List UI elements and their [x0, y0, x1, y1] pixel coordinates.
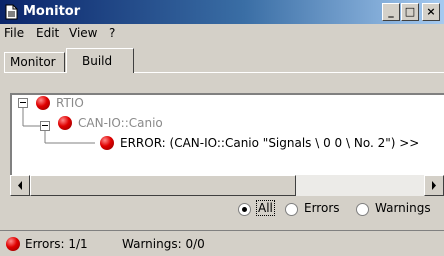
- tab-build-label: Build: [82, 54, 113, 68]
- filter-errors-label[interactable]: Errors: [304, 201, 340, 215]
- menu-edit[interactable]: Edit: [36, 26, 59, 40]
- title-bar[interactable]: Monitor _ □ ×: [0, 0, 444, 24]
- tab-monitor[interactable]: Monitor: [4, 52, 65, 72]
- filter-warnings-radio[interactable]: [356, 203, 369, 216]
- scroll-left-button[interactable]: [10, 175, 30, 196]
- menu-file[interactable]: File: [4, 26, 24, 40]
- document-icon: [5, 4, 18, 20]
- status-errors: Errors: 1/1: [25, 237, 88, 251]
- error-icon: [100, 136, 114, 150]
- tree-node-child[interactable]: CAN-IO::Canio: [78, 116, 163, 130]
- filter-warnings-label[interactable]: Warnings: [375, 201, 431, 215]
- filter-all-radio[interactable]: [238, 203, 251, 216]
- monitor-window: Monitor _ □ × File Edit View ? Monitor B…: [0, 0, 444, 256]
- maximize-button[interactable]: □: [401, 3, 419, 21]
- status-warnings: Warnings: 0/0: [122, 237, 205, 251]
- menu-help[interactable]: ?: [109, 26, 115, 40]
- tab-monitor-label: Monitor: [10, 55, 56, 69]
- tab-strip: Monitor Build: [0, 46, 444, 73]
- status-bar: Errors: 1/1 Warnings: 0/0: [0, 230, 444, 256]
- arrow-right-icon: [432, 181, 436, 190]
- menu-bar: File Edit View ?: [0, 24, 444, 44]
- tab-build[interactable]: Build: [66, 48, 134, 73]
- error-icon: [58, 116, 72, 130]
- arrow-left-icon: [18, 181, 22, 190]
- error-status-icon: [6, 237, 20, 251]
- scrollbar-thumb[interactable]: [30, 175, 296, 196]
- error-icon: [36, 96, 50, 110]
- menu-view[interactable]: View: [69, 26, 97, 40]
- tree-node-root[interactable]: RTIO: [56, 96, 84, 110]
- collapse-toggle-root[interactable]: [18, 98, 28, 108]
- filter-all-label[interactable]: All: [256, 200, 275, 216]
- tree-node-error[interactable]: ERROR: (CAN-IO::Canio "Signals \ 0 0 \ N…: [120, 136, 419, 150]
- window-title: Monitor: [23, 4, 81, 19]
- scroll-right-button[interactable]: [424, 175, 444, 196]
- filter-errors-radio[interactable]: [285, 203, 298, 216]
- collapse-toggle-child[interactable]: [40, 121, 50, 131]
- close-button[interactable]: ×: [422, 3, 440, 21]
- horizontal-scrollbar[interactable]: [10, 175, 444, 196]
- minimize-button[interactable]: _: [382, 3, 400, 21]
